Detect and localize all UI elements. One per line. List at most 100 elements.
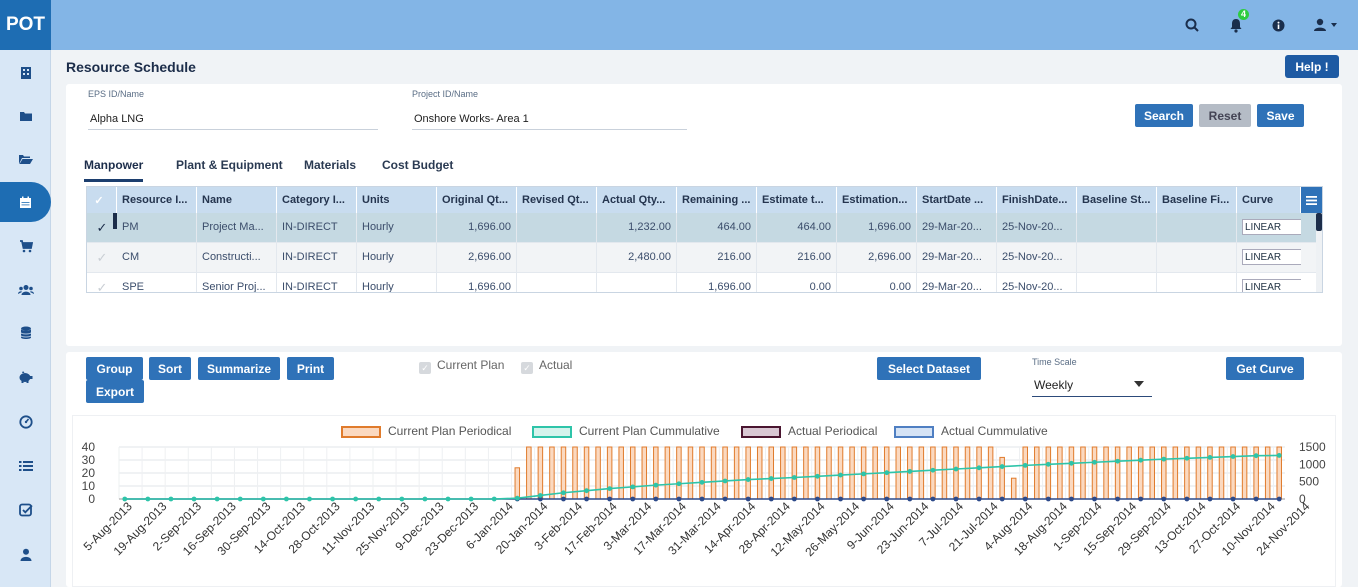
plan-periodical-bar [514, 467, 521, 500]
col-remaining[interactable]: Remaining ... [677, 187, 757, 213]
plan-cumulative-point [422, 496, 428, 502]
timescale-select[interactable]: Weekly [1032, 373, 1152, 397]
sidebar-item-cart[interactable] [0, 226, 51, 266]
plan-cumulative-point [376, 496, 382, 502]
legend-actual-cumulative[interactable]: Actual Cummulative [941, 424, 1048, 438]
row-checkbox[interactable]: ✓ [87, 273, 117, 292]
plan-cumulative-point [145, 496, 151, 502]
left-tick-label: 40 [82, 440, 96, 454]
col-original-qty[interactable]: Original Qt... [437, 187, 517, 213]
curve-input[interactable]: LINEAR [1242, 249, 1301, 265]
plan-periodical-bar [1241, 446, 1248, 500]
project-field[interactable]: Onshore Works- Area 1 [412, 108, 687, 130]
curve-chart: 4030201001500100050005-Aug-201319-Aug-20… [81, 440, 1326, 559]
legend-plan-periodical[interactable]: Current Plan Periodical [388, 424, 511, 438]
plan-periodical-bar [780, 446, 786, 500]
select-all-header[interactable]: ✓ [87, 187, 117, 213]
sidebar-item-folder[interactable] [0, 96, 51, 136]
col-name[interactable]: Name [197, 187, 277, 213]
sidebar-item-tasks[interactable] [0, 490, 51, 530]
col-actual-qty[interactable]: Actual Qty... [597, 187, 677, 213]
table-cell: SPE [117, 273, 197, 292]
legend-swatch-plan-periodical[interactable] [341, 426, 381, 438]
sort-button[interactable]: Sort [149, 357, 191, 380]
actual-checkbox[interactable]: ✓ [521, 362, 533, 374]
tab-cost-budget[interactable]: Cost Budget [382, 158, 453, 172]
group-button[interactable]: Group [86, 357, 143, 380]
sidebar-item-budget[interactable] [0, 357, 51, 397]
sidebar-item-building[interactable] [0, 53, 51, 93]
user-menu-icon[interactable] [1311, 16, 1341, 34]
print-button[interactable]: Print [287, 357, 334, 380]
sidebar-item-schedule[interactable] [0, 182, 51, 222]
search-button[interactable]: Search [1135, 104, 1193, 127]
search-icon[interactable] [1183, 16, 1201, 34]
info-icon[interactable] [1269, 16, 1287, 34]
sidebar-item-folder-open[interactable] [0, 139, 51, 179]
legend-actual-periodical[interactable]: Actual Periodical [788, 424, 877, 438]
legend-swatch-plan-cumulative[interactable] [532, 426, 572, 438]
col-estimate[interactable]: Estimate t... [757, 187, 837, 213]
legend-plan-cumulative[interactable]: Current Plan Cummulative [579, 424, 720, 438]
table-cell: Project Ma... [197, 213, 277, 243]
eps-field[interactable]: Alpha LNG [88, 108, 378, 130]
col-baseline-finish[interactable]: Baseline Fi... [1157, 187, 1237, 213]
tab-plant-equipment[interactable]: Plant & Equipment [176, 158, 283, 172]
select-dataset-button[interactable]: Select Dataset [877, 357, 981, 380]
plan-cumulative-point [722, 478, 728, 484]
help-button[interactable]: Help ! [1285, 55, 1339, 78]
table-cell: 0.00 [837, 273, 917, 292]
row-selected-indicator [113, 213, 117, 229]
plan-cumulative-point [930, 467, 936, 473]
row-checkbox[interactable]: ✓ [87, 243, 117, 273]
col-revised-qty[interactable]: Revised Qt... [517, 187, 597, 213]
col-units[interactable]: Units [357, 187, 437, 213]
plan-periodical-bar [803, 446, 809, 500]
sidebar-item-profile[interactable] [0, 534, 51, 574]
curve-input[interactable]: LINEAR [1242, 279, 1301, 292]
grid-scrollbar[interactable] [1316, 213, 1322, 292]
get-curve-button[interactable]: Get Curve [1226, 357, 1304, 380]
curve-input[interactable]: LINEAR [1242, 219, 1301, 235]
table-cell [1077, 273, 1157, 292]
col-curve[interactable]: Curve [1237, 187, 1301, 213]
tab-manpower[interactable]: Manpower [84, 158, 144, 182]
tab-materials[interactable]: Materials [304, 158, 356, 172]
col-category[interactable]: Category I... [277, 187, 357, 213]
col-baseline-start[interactable]: Baseline St... [1077, 187, 1157, 213]
plan-cumulative-point [445, 496, 451, 502]
table-row[interactable]: ✓ PM Project Ma... IN-DIRECT Hourly 1,696.00 1… [87, 213, 1316, 243]
col-resource-id[interactable]: Resource I... [117, 187, 197, 213]
sidebar-item-dashboard[interactable] [0, 402, 51, 442]
table-row[interactable]: ✓ CM Constructi... IN-DIRECT Hourly 2,696.00 2… [87, 243, 1316, 273]
plan-cumulative-point [1115, 458, 1121, 464]
left-tick-label: 0 [88, 492, 95, 506]
app-logo[interactable]: POT [0, 0, 51, 50]
table-row[interactable]: ✓ SPE Senior Proj... IN-DIRECT Hourly 1,696.0… [87, 273, 1316, 292]
plan-periodical-bar [1184, 446, 1190, 500]
table-cell [1077, 243, 1157, 273]
left-tick-label: 30 [82, 453, 96, 467]
legend-swatch-actual-cumulative[interactable] [894, 426, 934, 438]
col-start-date[interactable]: StartDate ... [917, 187, 997, 213]
legend-swatch-actual-periodical[interactable] [741, 426, 781, 438]
plan-periodical-bar [653, 446, 659, 500]
table-cell: IN-DIRECT [277, 243, 357, 273]
reset-button[interactable]: Reset [1199, 104, 1251, 127]
column-menu-icon[interactable] [1301, 187, 1322, 213]
actual-point [1138, 496, 1144, 502]
save-button[interactable]: Save [1257, 104, 1304, 127]
sidebar-item-database[interactable] [0, 313, 51, 353]
sidebar-item-users[interactable] [0, 270, 51, 310]
col-estimation[interactable]: Estimation... [837, 187, 917, 213]
plan-periodical-bar [918, 446, 925, 500]
export-button[interactable]: Export [86, 380, 144, 403]
user-icon [20, 548, 31, 561]
sidebar-item-list[interactable] [0, 446, 51, 486]
plan-cumulative-point [838, 472, 843, 478]
table-cell: 1,696.00 [437, 213, 517, 243]
summarize-button[interactable]: Summarize [198, 357, 280, 380]
col-finish-date[interactable]: FinishDate... [997, 187, 1077, 213]
current-plan-checkbox[interactable]: ✓ [419, 362, 431, 374]
actual-point [976, 496, 982, 502]
